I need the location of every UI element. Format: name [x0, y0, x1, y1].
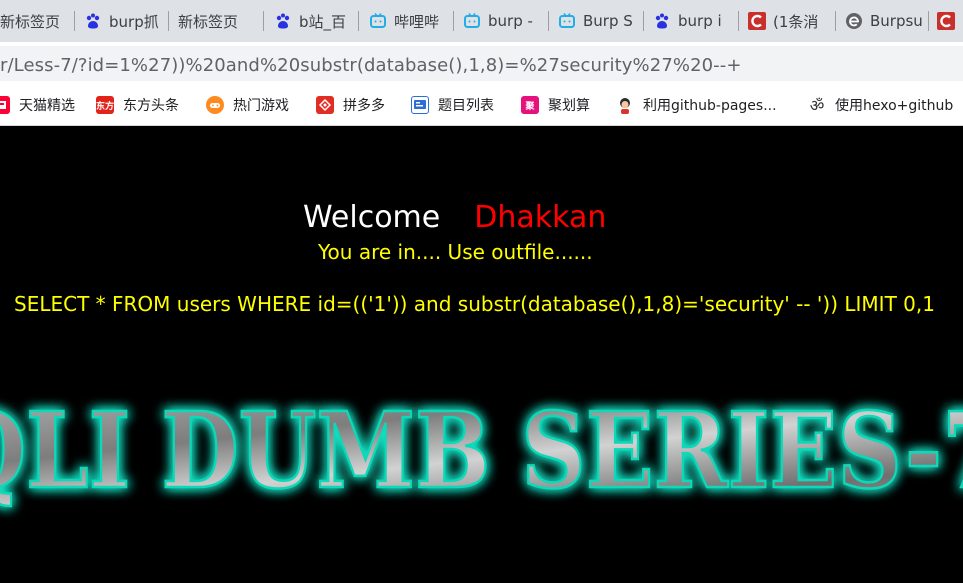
- tab-separator: [928, 11, 929, 31]
- dongfang-icon: 东方: [96, 96, 114, 114]
- baidu-paw-icon: [274, 12, 292, 30]
- bilibili-tv-icon: [369, 12, 387, 30]
- tab-separator: [168, 11, 169, 31]
- tab-strip: 新标签页 burp抓 新标签页 b站_百 哔哩哔 burp - Burp S b…: [0, 0, 963, 42]
- tab-title: burp抓: [109, 12, 159, 31]
- welcome-name: Dhakkan: [474, 200, 607, 235]
- csdn-c-icon: [937, 12, 955, 30]
- bookmark-github-pages[interactable]: 利用github-pages...: [616, 84, 777, 125]
- tab[interactable]: burp -: [463, 0, 541, 42]
- tab-title: Burp S: [583, 12, 633, 30]
- tab-separator: [643, 11, 644, 31]
- tab-separator: [453, 11, 454, 31]
- bookmark-games[interactable]: 热门游戏: [206, 84, 289, 125]
- status-message: You are in.... Use outfile......: [318, 240, 593, 264]
- bilibili-tv-icon: [558, 12, 576, 30]
- avatar-icon: [616, 96, 634, 114]
- bookmark-pinduoduo[interactable]: 拼多多: [316, 84, 385, 125]
- bookmark-dongfang[interactable]: 东方 东方头条: [96, 84, 179, 125]
- tab-separator: [548, 11, 549, 31]
- tab-title: Burpsu: [870, 12, 923, 30]
- bookmark-label: 热门游戏: [233, 98, 289, 114]
- juhuasuan-icon: 聚: [521, 96, 539, 114]
- url-text: r/Less-7/?id=1%27))%20and%20substr(datab…: [0, 55, 742, 76]
- tab[interactable]: (1条消: [748, 0, 832, 42]
- bookmark-label: 东方头条: [123, 98, 179, 114]
- tab[interactable]: burp i: [653, 0, 731, 42]
- tab-title: 新标签页: [178, 12, 239, 31]
- problem-list-icon: [411, 96, 429, 114]
- tab[interactable]: 新标签页: [0, 0, 68, 42]
- tab[interactable]: Burp S: [558, 0, 636, 42]
- bookmark-label: 天猫精选: [19, 98, 75, 114]
- welcome-label: Welcome: [303, 200, 441, 235]
- welcome-heading: Welcome Dhakkan: [303, 200, 606, 235]
- edge-e-icon: [845, 12, 863, 30]
- url-input[interactable]: r/Less-7/?id=1%27))%20and%20substr(datab…: [0, 46, 963, 81]
- tab[interactable]: 新标签页: [178, 0, 258, 42]
- bilibili-tv-icon: [463, 12, 481, 30]
- bookmark-label: 利用github-pages...: [643, 98, 777, 114]
- tab-separator: [263, 11, 264, 31]
- tab-title: burp -: [488, 12, 533, 30]
- bookmark-label: 聚划算: [548, 98, 590, 114]
- banner-text: SQLI DUMB SERIES-7: [0, 389, 963, 512]
- tab-title: (1条消: [773, 12, 819, 31]
- tab[interactable]: b站_百: [274, 0, 352, 42]
- tab-separator: [358, 11, 359, 31]
- tab-separator: [738, 11, 739, 31]
- bookmark-tmall[interactable]: 天猫精选: [0, 84, 75, 125]
- bookmark-problem-list[interactable]: 题目列表: [411, 84, 494, 125]
- bookmark-juhuasuan[interactable]: 聚 聚划算: [521, 84, 590, 125]
- tab[interactable]: 哔哩哔: [369, 0, 445, 42]
- tab[interactable]: Burpsu: [845, 0, 925, 42]
- baidu-paw-icon: [84, 12, 102, 30]
- tab[interactable]: [937, 0, 963, 42]
- bookmark-label: 拼多多: [343, 98, 385, 114]
- address-bar: r/Less-7/?id=1%27))%20and%20substr(datab…: [0, 42, 963, 84]
- bookmark-label: 题目列表: [438, 98, 494, 114]
- pinduoduo-icon: [316, 96, 334, 114]
- csdn-c-icon: [748, 12, 766, 30]
- tmall-icon: [0, 96, 10, 114]
- sql-query-text: SELECT * FROM users WHERE id=(('1')) and…: [14, 292, 935, 316]
- tab-title: burp i: [678, 12, 722, 30]
- bookmarks-bar: 天猫精选 东方 东方头条 热门游戏 拼多多 题目列表 聚 聚划算 利用githu…: [0, 84, 963, 126]
- page-content: Welcome Dhakkan You are in.... Use outfil…: [0, 127, 963, 583]
- tab-title: 哔哩哔: [394, 12, 440, 31]
- bookmark-label: 使用hexo+github: [835, 98, 954, 114]
- tab[interactable]: burp抓: [84, 0, 160, 42]
- baidu-paw-icon: [653, 12, 671, 30]
- tab-separator: [835, 11, 836, 31]
- tab-title: 新标签页: [0, 12, 61, 31]
- game-icon: [206, 96, 224, 114]
- om-icon: ॐ: [809, 96, 825, 115]
- tab-separator: [74, 11, 75, 31]
- bookmark-hexo[interactable]: ॐ 使用hexo+github: [808, 84, 954, 125]
- tab-title: b站_百: [299, 12, 347, 31]
- sqli-dumb-series-banner: SQLI DUMB SERIES-7: [0, 388, 963, 514]
